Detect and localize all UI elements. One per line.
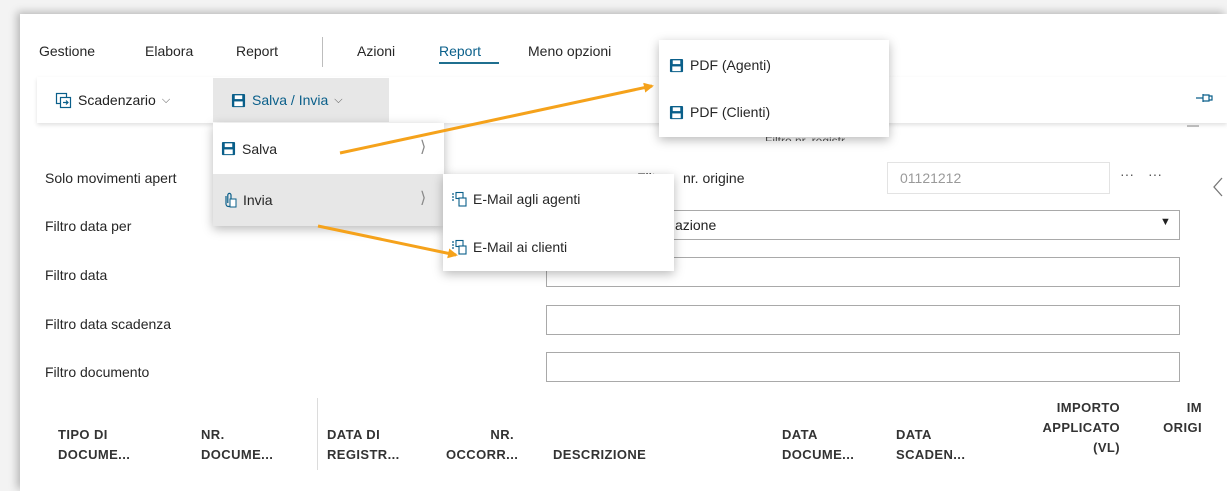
arrow-salva-to-pdf — [339, 82, 654, 155]
arrow-invia-to-email — [317, 224, 458, 259]
annotation-arrows — [317, 82, 654, 259]
